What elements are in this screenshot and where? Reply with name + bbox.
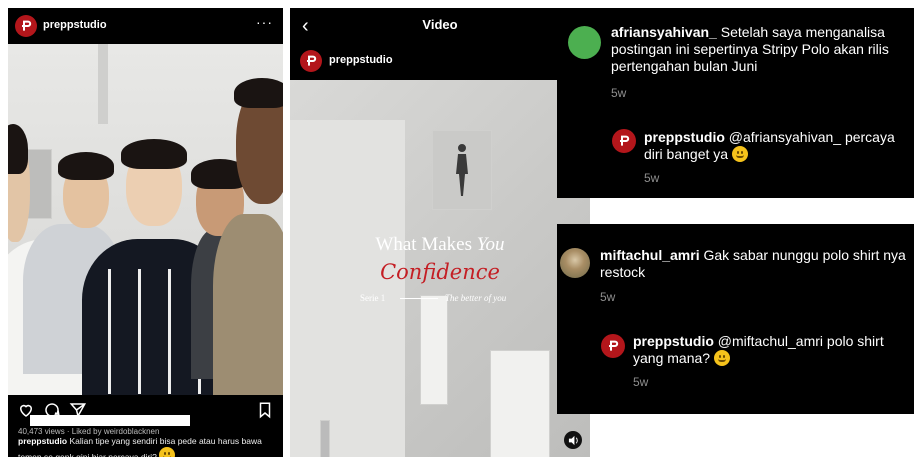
comment-time: 5w xyxy=(611,86,627,100)
post-photo[interactable] xyxy=(8,44,283,395)
video-header: ‹ Video xyxy=(290,8,590,42)
object xyxy=(320,420,330,457)
video-title: Video xyxy=(422,17,458,32)
overlay-divider xyxy=(400,298,438,299)
tall-card xyxy=(420,295,448,405)
caption-handle[interactable]: preppstudio xyxy=(18,436,67,446)
headline-emphasis: You xyxy=(476,234,505,255)
more-dots-icon[interactable]: ··· xyxy=(256,14,273,30)
video-handle[interactable]: preppstudio xyxy=(329,54,393,66)
post-handle[interactable]: preppstudio xyxy=(43,19,107,31)
comment-time: 5w xyxy=(600,290,616,304)
comment-body: afriansyahivan_ Setelah saya menganalisa… xyxy=(611,24,909,75)
smile-emoji-icon xyxy=(731,146,748,162)
reply-user[interactable]: preppstudio xyxy=(644,129,725,145)
instagram-post: preppstudio ··· 40,473 views · Liked by … xyxy=(8,8,283,457)
reply-time: 5w xyxy=(644,171,660,185)
comment-user[interactable]: afriansyahivan_ xyxy=(611,24,717,40)
comment-thread-1: afriansyahivan_ Setelah saya menganalisa… xyxy=(557,8,914,198)
overlay-serie: Serie 1 xyxy=(360,293,386,303)
views-text: 40,473 views · Liked by weirdoblacknen xyxy=(18,427,160,436)
bookmark-icon[interactable] xyxy=(256,401,274,419)
avatar[interactable] xyxy=(560,248,590,278)
video-screen: ‹ Video preppstudio What Makes You Confi… xyxy=(290,8,590,457)
brand-p-icon xyxy=(620,135,630,146)
wall-strip xyxy=(98,44,108,124)
overlay-headline: What Makes You xyxy=(290,234,590,256)
reply-avatar[interactable] xyxy=(612,129,636,153)
figure-silhouette xyxy=(456,144,468,196)
video-frame[interactable]: What Makes You Confidence Serie 1 The be… xyxy=(290,80,590,457)
reply-body: preppstudio @afriansyahivan_ percaya dir… xyxy=(644,129,909,163)
grimace-emoji-icon xyxy=(159,446,176,457)
redaction-bar xyxy=(30,415,190,426)
comment-body: miftachul_amri Gak sabar nunggu polo shi… xyxy=(600,247,910,281)
smile-emoji-icon xyxy=(713,350,730,366)
reply-body: preppstudio @miftachul_amri polo shirt y… xyxy=(633,333,909,367)
reply-avatar[interactable] xyxy=(601,334,625,358)
note-card xyxy=(490,350,550,457)
prepp-logo[interactable] xyxy=(300,50,322,72)
prepp-logo[interactable] xyxy=(15,15,37,37)
headline-prefix: What Makes xyxy=(375,234,477,255)
post-header: preppstudio ··· xyxy=(8,8,283,44)
reply-time: 5w xyxy=(633,375,649,389)
wall-panel xyxy=(290,120,405,457)
overlay-tagline: The better of you xyxy=(445,293,507,303)
brand-p-icon xyxy=(307,55,317,66)
post-caption: preppstudio Kalian tipe yang sendiri bis… xyxy=(18,436,280,457)
avatar[interactable] xyxy=(568,26,601,59)
video-account-row: preppstudio xyxy=(290,42,590,78)
brand-p-icon xyxy=(609,340,619,351)
speaker-icon[interactable] xyxy=(564,431,582,449)
brand-p-icon xyxy=(22,20,32,31)
comment-thread-2: miftachul_amri Gak sabar nunggu polo shi… xyxy=(557,224,914,414)
overlay-script-word: Confidence xyxy=(380,260,500,284)
comment-user[interactable]: miftachul_amri xyxy=(600,247,700,263)
reply-user[interactable]: preppstudio xyxy=(633,333,714,349)
